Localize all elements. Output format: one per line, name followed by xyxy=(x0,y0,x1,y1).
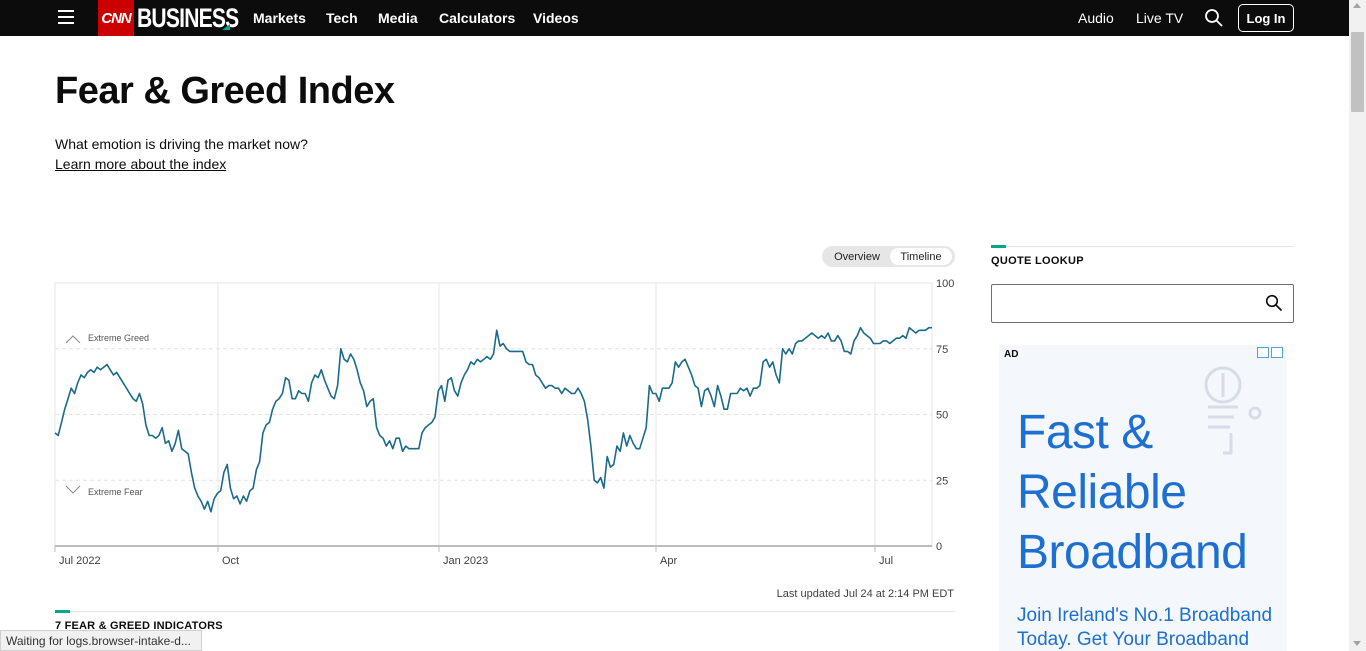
quote-lookup-accent xyxy=(991,245,1006,248)
ad-close-icon[interactable] xyxy=(1271,347,1283,358)
quote-search-icon[interactable] xyxy=(1265,294,1283,312)
learn-more-link[interactable]: Learn more about the index xyxy=(55,156,226,172)
y-tick-label: 0 xyxy=(936,541,942,553)
scrollbar-thumb[interactable] xyxy=(1351,32,1364,112)
ad-headline-line[interactable]: Reliable xyxy=(1017,463,1247,523)
nav-markets[interactable]: Markets xyxy=(253,10,306,26)
nav-videos[interactable]: Videos xyxy=(533,10,579,26)
scroll-up-icon[interactable] xyxy=(1353,3,1361,8)
y-tick-label: 50 xyxy=(936,410,948,422)
nav-tech[interactable]: Tech xyxy=(326,10,358,26)
ad-subtext[interactable]: Join Ireland's No.1 Broadband Today. Get… xyxy=(1017,604,1287,651)
chevron-down-icon xyxy=(65,485,81,494)
ad-sub-line[interactable]: Today. Get Your Broadband xyxy=(1017,628,1287,651)
page-subtitle: What emotion is driving the market now? xyxy=(55,136,308,152)
search-icon[interactable] xyxy=(1204,8,1224,28)
fear-greed-series-line xyxy=(54,326,932,513)
zone-label-extreme-fear: Extreme Fear xyxy=(88,487,143,497)
scroll-down-icon[interactable] xyxy=(1353,641,1361,646)
page-scrollbar[interactable] xyxy=(1349,0,1366,651)
ad-sub-line[interactable]: Join Ireland's No.1 Broadband xyxy=(1017,604,1287,628)
ad-info-icon[interactable] xyxy=(1257,347,1269,358)
ad-headline-line[interactable]: Fast & xyxy=(1017,403,1247,463)
advertisement[interactable]: Fast & Reliable Broadband Join Ireland's… xyxy=(999,345,1287,651)
x-tick-label: Oct xyxy=(222,555,239,567)
x-tick-label: Jul 2022 xyxy=(59,555,101,567)
quote-lookup-title: QUOTE LOOKUP xyxy=(991,255,1084,267)
top-nav-bar: CNN BUSINESS Markets Tech Media Calculat… xyxy=(0,0,1349,36)
nav-live-tv[interactable]: Live TV xyxy=(1136,10,1183,26)
y-tick-label: 100 xyxy=(936,278,954,290)
nav-calculators[interactable]: Calculators xyxy=(439,10,515,26)
y-tick-label: 75 xyxy=(936,344,948,356)
x-tick-label: Apr xyxy=(660,555,677,567)
y-tick-label: 25 xyxy=(936,475,948,487)
indicators-divider xyxy=(55,611,955,612)
x-tick-label: Jan 2023 xyxy=(443,555,488,567)
indicators-accent xyxy=(55,610,70,613)
nav-media[interactable]: Media xyxy=(378,10,418,26)
quote-lookup-input[interactable] xyxy=(991,284,1294,323)
x-tick-label: Jul xyxy=(879,555,893,567)
tab-timeline[interactable]: Timeline xyxy=(890,248,952,265)
ad-choices[interactable] xyxy=(1257,347,1283,358)
logo-accent-icon xyxy=(222,24,230,30)
login-button[interactable]: Log In xyxy=(1238,4,1294,32)
view-toggle: Overview Timeline xyxy=(822,246,955,267)
zone-label-extreme-greed: Extreme Greed xyxy=(88,333,149,343)
ad-headline[interactable]: Fast & Reliable Broadband xyxy=(1017,403,1248,583)
last-updated: Last updated Jul 24 at 2:14 PM EDT xyxy=(776,588,954,600)
tab-overview[interactable]: Overview xyxy=(825,248,889,265)
fear-greed-timeline-chart: 100 75 50 25 0 Jul 2022 Oct Jan 2023 Apr Jul Extre… xyxy=(54,278,954,567)
ad-label: AD xyxy=(1004,349,1019,360)
menu-icon[interactable] xyxy=(58,10,74,24)
cnn-logo[interactable]: CNN xyxy=(98,0,134,36)
quote-lookup-divider xyxy=(991,246,1294,247)
ad-headline-line[interactable]: Broadband xyxy=(1017,523,1248,583)
nav-audio[interactable]: Audio xyxy=(1078,10,1114,26)
chevron-up-icon xyxy=(65,335,81,344)
page-title: Fear & Greed Index xyxy=(55,70,395,112)
browser-status-bar: Waiting for logs.browser-intake-d... xyxy=(0,630,202,651)
